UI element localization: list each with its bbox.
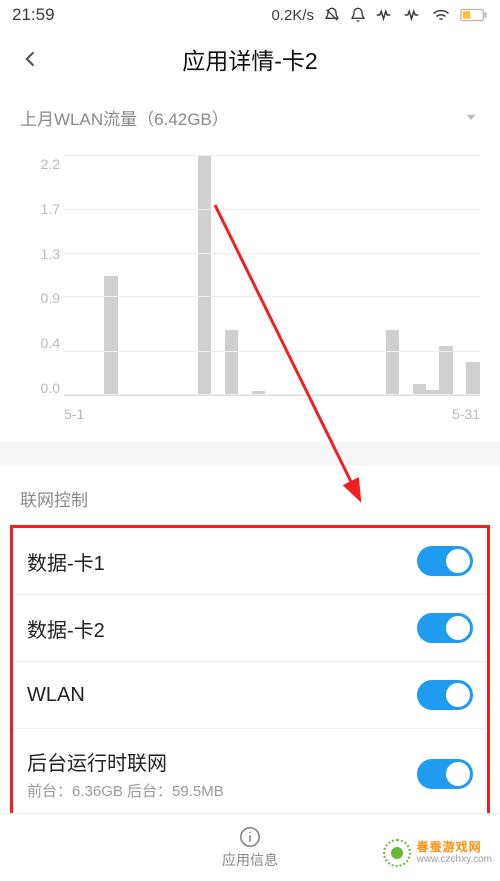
chart-bar [386,330,399,395]
toggle-row-wlan[interactable]: WLAN [13,661,487,728]
chart-bar [198,156,211,395]
usage-summary-row[interactable]: 上月WLAN流量（6.42GB） [0,88,500,146]
usage-summary-label: 上月WLAN流量（6.42GB） [20,105,229,130]
x-tick-end: 5-31 [452,406,480,426]
chart-bar [225,330,238,395]
y-tick: 0.9 [41,290,60,306]
page-title: 应用详情-卡2 [48,42,486,76]
pulse-icon-2 [404,9,422,21]
toggle-sub-label: 前台：6.36GB 后台：59.5MB [27,780,417,801]
status-net-speed: 0.2K/s [271,7,314,24]
toggle-label: 数据-卡1 [27,547,417,576]
toggle-label: WLAN [27,684,417,707]
network-control-group: 数据-卡1 数据-卡2 WLAN 后台运行时联网 前台：6.36GB 后台：59… [10,525,490,826]
chart-x-axis: 5-1 5-31 [64,402,480,426]
section-divider [0,442,500,466]
status-bar: 21:59 0.2K/s [0,0,500,30]
status-time: 21:59 [12,5,271,25]
y-tick: 1.7 [41,201,60,217]
y-tick: 0.0 [41,380,60,396]
network-section-title: 联网控制 [0,466,500,525]
watermark-name: 春蚕游戏网 [417,841,492,854]
toggle-row-data-sim2[interactable]: 数据-卡2 [13,594,487,661]
y-tick: 1.3 [41,246,60,262]
toggle-label: 后台运行时联网 [27,747,417,776]
battery-icon [460,8,488,22]
y-tick: 0.4 [41,335,60,351]
toggle-row-background-net[interactable]: 后台运行时联网 前台：6.36GB 后台：59.5MB [13,728,487,819]
y-tick: 2.2 [41,156,60,172]
chart-bar [466,362,479,395]
toggle-switch[interactable] [417,546,473,576]
back-button[interactable] [14,42,48,76]
toggle-switch[interactable] [417,759,473,789]
info-icon [239,826,261,848]
toggle-switch[interactable] [417,680,473,710]
chart-bar [439,346,452,395]
app-info-label: 应用信息 [222,850,278,870]
watermark-logo-icon [383,839,411,867]
watermark: 春蚕游戏网 www.czchxy.com [383,839,492,867]
x-tick-start: 5-1 [64,406,84,426]
pulse-icon [376,9,394,21]
app-info-button[interactable]: 应用信息 [222,826,278,870]
header: 应用详情-卡2 [0,30,500,88]
chart-bar [104,276,117,396]
bell-icon [350,7,366,23]
chart-y-axis: 2.2 1.7 1.3 0.9 0.4 0.0 [20,156,60,396]
wifi-icon [432,8,450,22]
mute-icon [324,7,340,23]
toggle-switch[interactable] [417,613,473,643]
status-right: 0.2K/s [271,7,488,24]
chevron-down-icon [462,108,480,126]
usage-chart: 2.2 1.7 1.3 0.9 0.4 0.0 5-1 5-31 [0,146,500,434]
toggle-label: 数据-卡2 [27,614,417,643]
chart-plot-area [64,156,480,396]
toggle-row-data-sim1[interactable]: 数据-卡1 [13,528,487,594]
watermark-url: www.czchxy.com [417,854,492,865]
